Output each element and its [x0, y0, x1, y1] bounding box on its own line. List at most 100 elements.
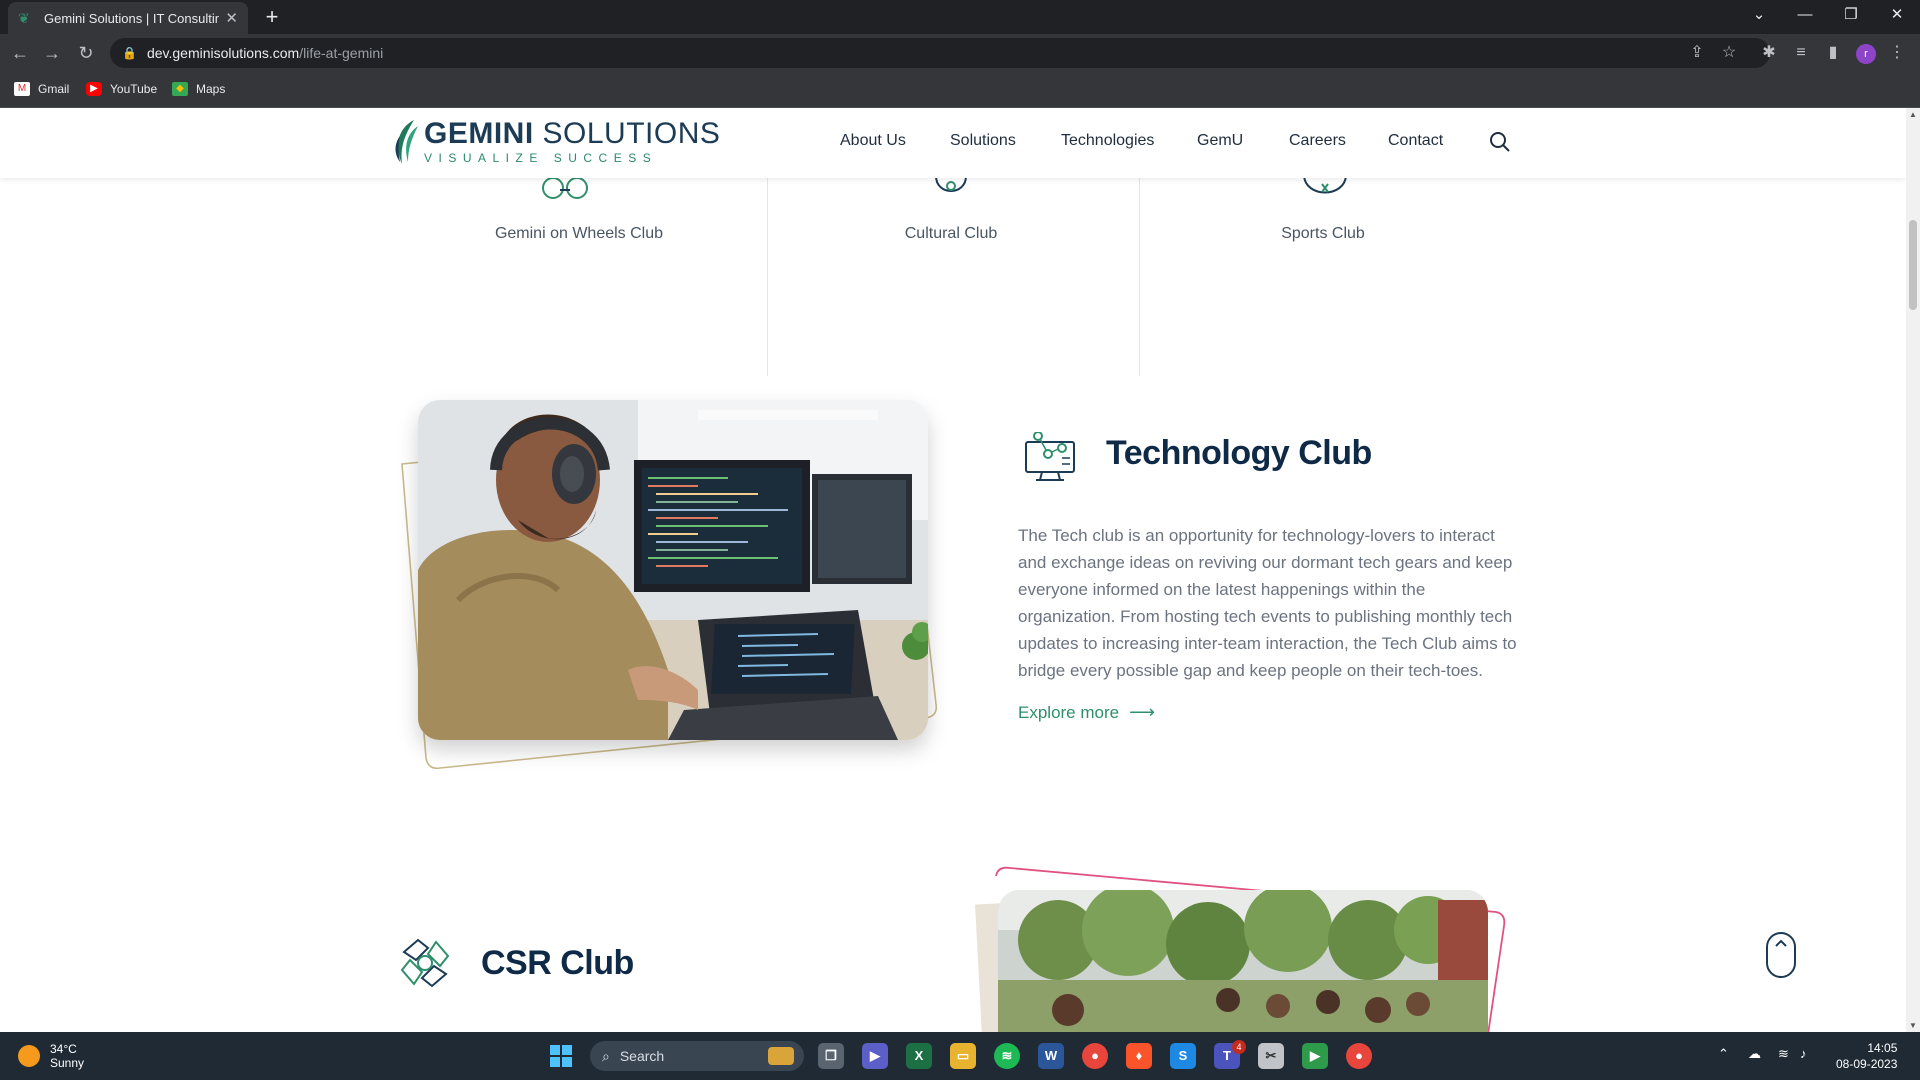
gemini-favicon-icon: ❦ — [18, 10, 30, 26]
back-button[interactable]: ← — [6, 40, 34, 66]
nav-about-us[interactable]: About Us — [840, 132, 906, 150]
file-explorer-icon[interactable]: ▭ — [950, 1043, 976, 1069]
maps-icon: ◆ — [172, 82, 188, 96]
nav-gemu[interactable]: GemU — [1197, 132, 1243, 150]
bookmark-star-icon[interactable]: ☆ — [1718, 42, 1740, 62]
close-window-button[interactable]: ✕ — [1874, 0, 1920, 30]
brave-icon[interactable]: ♦ — [1126, 1043, 1152, 1069]
snipping-tool-icon[interactable]: ✂ — [1258, 1043, 1284, 1069]
taskbar-search-placeholder: Search — [619, 1048, 665, 1064]
search-highlight-icon — [768, 1047, 794, 1065]
scrollbar-thumb[interactable] — [1909, 220, 1917, 310]
system-clock[interactable]: 14:05 08-09-2023 — [1836, 1040, 1897, 1072]
youtube-icon: ▶ — [86, 82, 102, 96]
new-tab-button[interactable]: + — [258, 4, 286, 30]
tab-title: Gemini Solutions | IT Consulting, — [44, 10, 220, 26]
explore-more-label: Explore more — [1018, 702, 1120, 722]
csr-hands-icon — [400, 938, 450, 988]
bookmark-gmail[interactable]: M Gmail — [14, 82, 69, 96]
wheels-icon — [542, 177, 588, 199]
arrow-right-icon: ⟶ — [1129, 702, 1155, 722]
site-header: GEMINI SOLUTIONS VISUALIZE SUCCESS About… — [0, 108, 1906, 178]
media-player-icon[interactable]: ▶ — [1302, 1043, 1328, 1069]
word-icon[interactable]: W — [1038, 1043, 1064, 1069]
windows-start-icon[interactable] — [548, 1043, 574, 1069]
url-host: dev.geminisolutions.com — [146, 45, 300, 61]
profile-avatar[interactable]: r — [1856, 44, 1876, 64]
task-view-icon[interactable]: ❐ — [818, 1043, 844, 1069]
media-controls-icon[interactable]: ≡ — [1788, 40, 1814, 66]
bookmark-youtube[interactable]: ▶ YouTube — [86, 82, 157, 96]
browser-tab[interactable]: ❦ Gemini Solutions | IT Consulting, ✕ — [8, 2, 248, 34]
onedrive-icon[interactable]: ☁ — [1748, 1046, 1761, 1062]
chevron-up-icon — [1775, 939, 1787, 947]
nav-solutions[interactable]: Solutions — [950, 132, 1016, 150]
nav-contact[interactable]: Contact — [1388, 132, 1443, 150]
reload-button[interactable]: ↻ — [72, 40, 100, 66]
temperature: 34°C — [50, 1042, 77, 1056]
menu-icon[interactable]: ⋮ — [1884, 40, 1910, 66]
close-tab-icon[interactable]: ✕ — [225, 9, 238, 27]
tech-network-icon — [1025, 432, 1075, 481]
clock-date: 08-09-2023 — [1836, 1057, 1898, 1071]
meet-icon[interactable]: ▶ — [862, 1043, 888, 1069]
tab-search-icon[interactable]: ⌄ — [1736, 0, 1782, 30]
app-s-icon[interactable]: S — [1170, 1043, 1196, 1069]
divider — [767, 178, 768, 376]
sports-icon — [1303, 176, 1347, 194]
side-panel-icon[interactable]: ▮ — [1820, 40, 1846, 66]
taskbar-search[interactable]: ⌕ Search — [590, 1041, 804, 1071]
minimize-button[interactable]: — — [1782, 0, 1828, 30]
nav-technologies[interactable]: Technologies — [1061, 132, 1154, 150]
bookmark-label: YouTube — [110, 82, 158, 96]
scroll-up-arrow-icon[interactable]: ▲ — [1909, 110, 1917, 119]
teams-badge: 4 — [1232, 1040, 1246, 1054]
club-cultural-label[interactable]: Cultural Club — [801, 225, 1101, 243]
gemini-leaf-icon — [395, 120, 418, 164]
csr-club-photo — [975, 866, 1506, 1032]
extensions-icon[interactable]: ✱ — [1756, 40, 1782, 66]
browser-tab-bar: ❦ Gemini Solutions | IT Consulting, ✕ + … — [0, 0, 1920, 34]
chrome-active-icon[interactable]: ● — [1346, 1043, 1372, 1069]
tech-club-photo — [401, 400, 938, 770]
bookmark-label: Gmail — [38, 82, 70, 96]
sun-icon — [18, 1045, 40, 1067]
wifi-icon[interactable]: ≋ — [1778, 1046, 1789, 1062]
bookmarks-bar: M Gmail ▶ YouTube ◆ Maps — [0, 72, 1920, 108]
site-logo[interactable]: GEMINI SOLUTIONS VISUALIZE SUCCESS — [392, 118, 720, 166]
bookmark-label: Maps — [196, 82, 226, 96]
gmail-icon: M — [14, 82, 30, 96]
divider — [1139, 178, 1140, 376]
tech-club-description: The Tech club is an opportunity for tech… — [1018, 526, 1517, 680]
search-icon[interactable] — [1488, 130, 1512, 154]
csr-club-title: CSR Club — [481, 944, 634, 982]
cultural-icon — [935, 176, 967, 192]
nav-careers[interactable]: Careers — [1289, 132, 1346, 150]
weather-widget[interactable]: 34°C Sunny — [18, 1042, 84, 1070]
logo-text: GEMINI SOLUTIONS — [424, 117, 721, 150]
taskbar: 34°C Sunny ⌕ Search ❐ ▶ X ▭ ≋ W ● ♦ S T … — [0, 1032, 1920, 1080]
address-bar[interactable]: 🔒 dev.geminisolutions.com/life-at-gemini — [110, 38, 1770, 68]
browser-toolbar: ← → ↻ 🔒 dev.geminisolutions.com/life-at-… — [0, 34, 1920, 72]
page-scrollbar[interactable]: ▲ ▼ — [1906, 108, 1920, 1032]
scroll-down-arrow-icon[interactable]: ▼ — [1909, 1021, 1917, 1030]
scroll-to-top-button[interactable] — [1766, 932, 1796, 978]
chrome-icon[interactable]: ● — [1082, 1043, 1108, 1069]
share-icon[interactable]: ⇪ — [1686, 42, 1708, 62]
logo-tagline: VISUALIZE SUCCESS — [424, 151, 658, 165]
weather-condition: Sunny — [50, 1056, 85, 1070]
club-wheels-label[interactable]: Gemini on Wheels Club — [429, 225, 729, 243]
volume-icon[interactable]: ♪ — [1800, 1046, 1807, 1061]
lock-icon[interactable]: 🔒 — [122, 46, 137, 60]
spotify-icon[interactable]: ≋ — [994, 1043, 1020, 1069]
show-hidden-icons[interactable]: ⌃ — [1718, 1046, 1729, 1062]
url-path: /life-at-gemini — [299, 45, 384, 61]
tech-club-title: Technology Club — [1106, 434, 1372, 472]
excel-icon[interactable]: X — [906, 1043, 932, 1069]
forward-button[interactable]: → — [38, 40, 66, 66]
explore-more-link[interactable]: Explore more ⟶ — [1018, 702, 1155, 723]
club-sports-label[interactable]: Sports Club — [1173, 225, 1473, 243]
clock-time: 14:05 — [1867, 1041, 1898, 1055]
restore-button[interactable]: ❐ — [1828, 0, 1874, 30]
bookmark-maps[interactable]: ◆ Maps — [172, 82, 225, 96]
